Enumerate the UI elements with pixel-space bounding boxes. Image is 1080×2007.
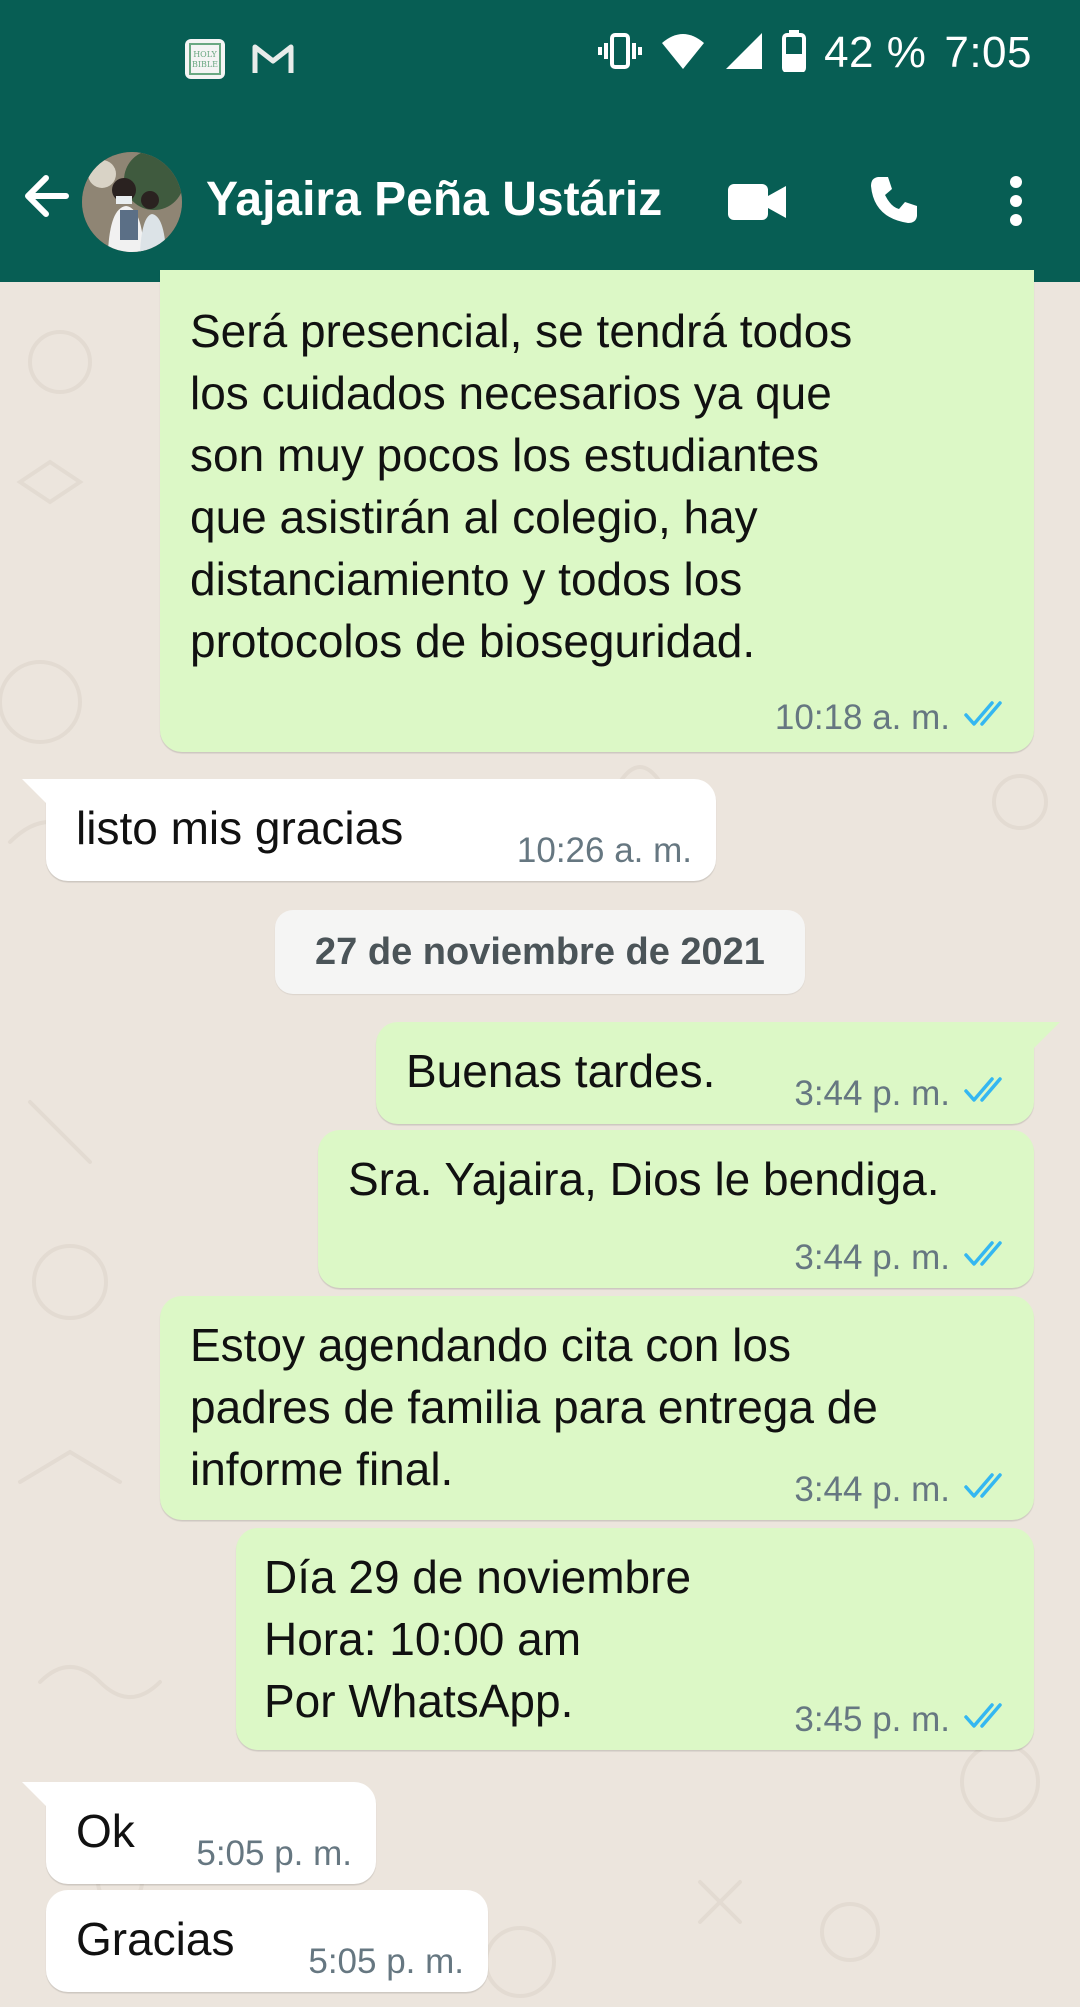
video-call-icon[interactable] [726,180,788,229]
date-separator: 27 de noviembre de 2021 [275,910,805,994]
read-ticks-icon [964,1700,1010,1740]
message-time: 3:45 p. m. [794,1700,950,1739]
message-text: Sra. Yajaira, Dios le bendiga. [348,1153,940,1205]
wifi-icon [660,31,706,76]
message-bubble-incoming[interactable]: Ok 5:05 p. m. [46,1782,376,1884]
message-time: 10:26 a. m. [516,831,692,870]
message-text: Día 29 de noviembre Hora: 10:00 am Por W… [264,1551,692,1727]
message-meta: 3:45 p. m. [794,1700,1010,1740]
svg-text:BIBLE: BIBLE [192,60,218,69]
message-text: Estoy agendando cita con los padres de f… [190,1319,878,1495]
message-text: listo mis gracias [76,802,404,854]
message-time: 3:44 p. m. [794,1470,950,1509]
battery-icon [782,29,807,77]
bubble-tail [22,779,48,805]
svg-text:HOLY: HOLY [193,50,217,59]
message-meta: 5:05 p. m. [196,1834,352,1874]
read-ticks-icon [964,1074,1010,1114]
message-meta: 10:18 a. m. [775,698,1010,738]
message-time: 10:18 a. m. [774,698,950,737]
message-time: 3:44 p. m. [794,1074,950,1113]
message-bubble-outgoing[interactable]: Será presencial, se tendrá todos los cui… [160,270,1034,752]
bubble-tail [22,1782,48,1808]
message-bubble-incoming[interactable]: listo mis gracias 10:26 a. m. [46,779,716,881]
back-arrow-icon[interactable] [20,170,72,227]
message-meta: 3:44 p. m. [794,1074,1010,1114]
vibrate-icon [598,31,643,76]
gmail-icon [250,39,296,84]
read-ticks-icon [964,1470,1010,1510]
read-ticks-icon [964,698,1010,738]
message-bubble-outgoing[interactable]: Sra. Yajaira, Dios le bendiga. 3:44 p. m… [318,1130,1034,1288]
message-time: 5:05 p. m. [196,1834,352,1873]
message-time: 3:44 p. m. [794,1238,950,1277]
contact-name[interactable]: Yajaira Peña Ustáriz [206,172,662,227]
more-options-icon[interactable] [1008,176,1024,231]
avatar[interactable] [82,152,182,252]
chat-header: Yajaira Peña Ustáriz [0,122,1080,282]
message-bubble-outgoing[interactable]: Día 29 de noviembre Hora: 10:00 am Por W… [236,1528,1034,1750]
message-text: Ok [76,1805,135,1857]
read-ticks-icon [964,1238,1010,1278]
battery-percent: 42 % [824,28,927,77]
message-meta: 3:44 p. m. [794,1238,1010,1278]
message-bubble-outgoing[interactable]: Estoy agendando cita con los padres de f… [160,1296,1034,1520]
message-meta: 3:44 p. m. [794,1470,1010,1510]
signal-icon [724,31,764,76]
message-text: Será presencial, se tendrá todos los cui… [190,305,853,667]
message-time: 5:05 p. m. [308,1942,464,1981]
bubble-tail [1034,1022,1060,1048]
message-bubble-incoming[interactable]: Gracias 5:05 p. m. [46,1890,488,1992]
clock: 7:05 [944,28,1032,77]
status-bar: HOLY BIBLE 42 % 7:05 [0,0,1080,122]
message-meta: 5:05 p. m. [308,1942,464,1982]
message-text: Gracias [76,1913,235,1965]
voice-call-icon[interactable] [868,174,920,231]
holy-bible-app-icon: HOLY BIBLE [182,36,228,87]
message-text: Buenas tardes. [406,1045,716,1097]
message-meta: 10:26 a. m. [517,831,692,871]
message-bubble-outgoing[interactable]: Buenas tardes. 3:44 p. m. [376,1022,1034,1124]
